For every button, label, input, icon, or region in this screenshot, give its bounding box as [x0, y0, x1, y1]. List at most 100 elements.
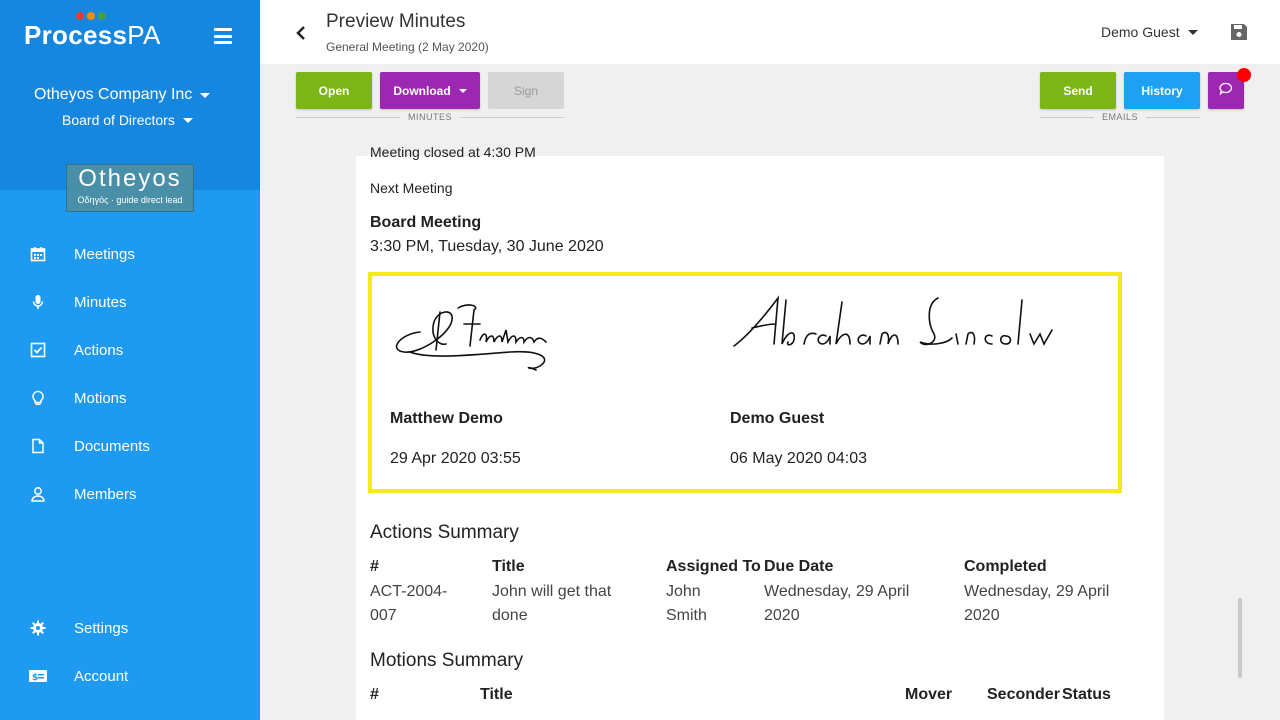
page-title: Preview Minutes	[326, 11, 466, 32]
sign-button[interactable]: Sign	[488, 72, 564, 109]
caret-down-icon	[182, 117, 193, 123]
caret-down-icon	[200, 92, 211, 98]
notification-badge	[1237, 68, 1251, 82]
send-button[interactable]: Send	[1040, 72, 1116, 109]
sidebar-item-actions[interactable]: Actions	[0, 326, 260, 374]
user-menu[interactable]: Demo Guest	[1101, 24, 1198, 40]
company-logo: Otheyos Οδηγός · guide direct lead	[66, 164, 194, 212]
signature-image	[733, 295, 1053, 347]
history-button[interactable]: History	[1124, 72, 1200, 109]
board-name: Board of Directors	[62, 112, 175, 128]
sidebar-item-label: Account	[74, 667, 129, 685]
action-id: ACT-2004- 007	[370, 580, 447, 628]
actions-header-completed: Completed	[964, 558, 1047, 575]
brand-logo[interactable]: ProcessPA	[24, 20, 161, 51]
emails-group-text: EMAILS	[1101, 112, 1138, 122]
chat-bubble-icon	[1219, 82, 1233, 99]
action-completed-line: 2020	[964, 607, 1000, 624]
sidebar-header: ProcessPA Otheyos Company Inc Board of D…	[0, 0, 260, 190]
caret-down-icon	[1187, 29, 1198, 35]
company-name: Otheyos Company Inc	[34, 86, 193, 103]
motions-header-mover: Mover	[905, 686, 953, 703]
motions-header-title: Title	[480, 686, 513, 703]
open-button[interactable]: Open	[296, 72, 372, 109]
action-id-line: ACT-2004-	[370, 583, 448, 600]
svg-text:$: $	[32, 673, 38, 683]
back-arrow-icon[interactable]	[294, 25, 308, 41]
sidebar-item-members[interactable]: Members	[0, 470, 260, 518]
sidebar-item-meetings[interactable]: Meetings	[0, 230, 260, 278]
actions-header-number: #	[370, 558, 379, 575]
action-toolbar: Open Download Sign MINUTES Send History …	[260, 64, 1280, 128]
company-selector[interactable]: Otheyos Company Inc	[34, 86, 211, 104]
document-icon	[30, 438, 46, 454]
action-id-line: 007	[370, 607, 397, 624]
person-icon	[30, 486, 46, 502]
page-subtitle: General Meeting (2 May 2020)	[326, 40, 489, 54]
motions-header-status: Status	[1062, 686, 1111, 703]
sidebar-item-account[interactable]: $ Account	[0, 652, 260, 700]
page-header: Preview Minutes General Meeting (2 May 2…	[260, 0, 1280, 64]
company-logo-main: Otheyos	[78, 165, 182, 192]
action-completed: Wednesday, 29 April 2020	[964, 580, 1109, 628]
action-assigned-to: John Smith	[666, 580, 707, 628]
sidebar-item-label: Actions	[74, 341, 124, 359]
sidebar-item-minutes[interactable]: Minutes	[0, 278, 260, 326]
download-button-label: Download	[393, 83, 451, 98]
actions-header-title: Title	[492, 558, 525, 575]
sidebar-item-label: Minutes	[74, 293, 127, 311]
divider	[1146, 116, 1200, 118]
signature-image	[395, 304, 547, 371]
meeting-closed-text: Meeting closed at 4:30 PM	[370, 144, 536, 160]
emails-group-label: EMAILS	[1040, 112, 1200, 122]
sidebar-nav: Meetings Minutes Actions Motions Documen…	[0, 230, 260, 518]
calendar-icon	[30, 246, 46, 262]
gear-icon	[30, 620, 46, 636]
sign-button-label: Sign	[513, 83, 539, 98]
caret-down-icon	[458, 88, 467, 93]
motions-header-seconder: Seconder	[987, 686, 1060, 703]
signer-name: Demo Guest	[730, 410, 825, 427]
action-due-line: 2020	[764, 607, 800, 624]
open-button-label: Open	[318, 83, 350, 98]
action-due-line: Wednesday, 29 April	[764, 583, 910, 600]
hamburger-menu-icon[interactable]	[214, 28, 232, 44]
sidebar-item-label: Meetings	[74, 245, 135, 263]
action-completed-line: Wednesday, 29 April	[964, 583, 1110, 600]
microphone-icon	[30, 294, 46, 310]
sidebar-item-label: Members	[74, 485, 137, 503]
send-button-label: Send	[1063, 83, 1093, 98]
brand-dot-orange	[87, 12, 95, 20]
brand-name-bold: Process	[24, 20, 128, 50]
sidebar-item-label: Motions	[74, 389, 127, 407]
next-meeting-type: Board Meeting	[370, 214, 482, 231]
vertical-scrollbar[interactable]	[1238, 598, 1242, 678]
billing-icon: $	[28, 668, 48, 684]
download-button[interactable]: Download	[380, 72, 480, 109]
action-title: John will get that done	[492, 580, 611, 628]
motions-summary-title: Motions Summary	[370, 650, 524, 671]
sidebar: ProcessPA Otheyos Company Inc Board of D…	[0, 0, 260, 720]
action-title-line: done	[492, 607, 528, 624]
brand-dot-red	[76, 12, 84, 20]
action-assigned-line: Smith	[666, 607, 707, 624]
sidebar-item-settings[interactable]: Settings	[0, 604, 260, 652]
brand-name-light: PA	[127, 20, 161, 50]
brand-dot-green	[98, 12, 106, 20]
next-meeting-label: Next Meeting	[370, 180, 453, 196]
sidebar-item-motions[interactable]: Motions	[0, 374, 260, 422]
divider	[296, 116, 400, 118]
sidebar-item-documents[interactable]: Documents	[0, 422, 260, 470]
sidebar-item-label: Documents	[74, 437, 150, 455]
board-selector[interactable]: Board of Directors	[62, 112, 193, 128]
minutes-document: Meeting closed at 4:30 PM Next Meeting B…	[356, 144, 1164, 720]
lightbulb-icon	[30, 390, 46, 406]
signed-date: 06 May 2020 04:03	[730, 450, 867, 467]
motions-header-number: #	[370, 686, 379, 703]
divider	[460, 116, 564, 118]
history-button-label: History	[1141, 83, 1183, 98]
divider	[1040, 116, 1094, 118]
save-icon[interactable]	[1230, 23, 1248, 41]
brand-dots	[76, 12, 106, 20]
user-name: Demo Guest	[1101, 24, 1180, 40]
